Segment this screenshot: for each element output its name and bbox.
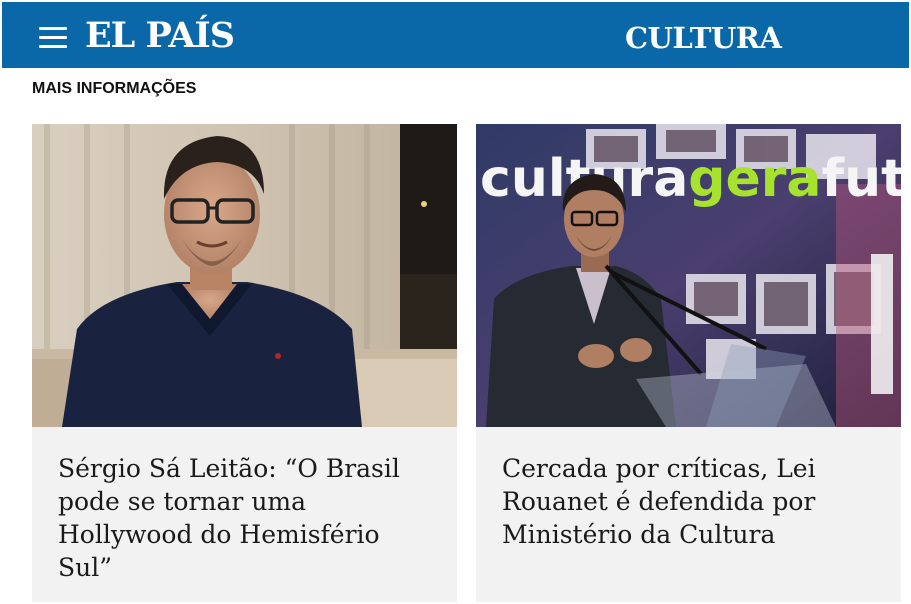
article-card-1[interactable]: Sérgio Sá Leitão: “O Brasil pode se torn… (32, 124, 457, 602)
article-image-1[interactable] (32, 124, 457, 427)
article-card-2[interactable]: culturagerafutu Cercada por críticas, Le… (476, 124, 901, 602)
article-title-1[interactable]: Sérgio Sá Leitão: “O Brasil pode se torn… (58, 452, 438, 584)
slogan-text: culturagerafutu (480, 149, 901, 209)
section-title[interactable]: CULTURA (625, 18, 782, 58)
more-info-heading: MAIS INFORMAÇÕES (32, 80, 197, 97)
top-bar: EL PAÍS CULTURA (2, 2, 909, 68)
article-title-2[interactable]: Cercada por críticas, Lei Rouanet é defe… (502, 452, 882, 551)
article-image-2[interactable]: culturagerafutu (476, 124, 901, 427)
site-logo[interactable]: EL PAÍS (85, 15, 235, 57)
hamburger-menu-icon[interactable] (39, 27, 67, 49)
